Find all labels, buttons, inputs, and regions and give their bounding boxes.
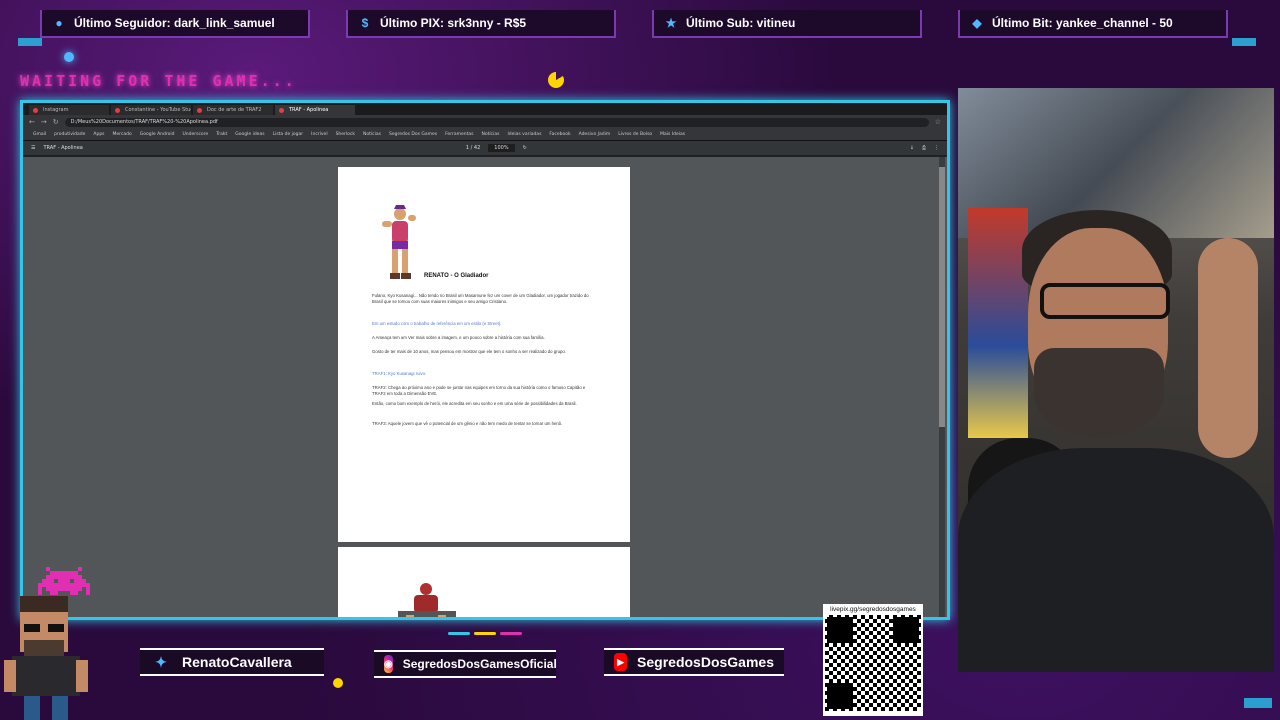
youtube-handle[interactable]: ▶ SegredosDosGames <box>604 648 784 676</box>
blue-orb-icon <box>64 52 74 62</box>
gem-icon: ◆ <box>972 16 982 30</box>
youtube-icon: ▶ <box>614 653 628 671</box>
qr-url: livepix.gg/segredosdosgames <box>830 606 916 613</box>
bookmark-item[interactable]: Trakt <box>216 132 227 137</box>
stream-alert-bar: ● Último Seguidor: dark_link_samuel $ Úl… <box>0 0 1280 48</box>
hand-gesture <box>1198 238 1258 458</box>
pdf-page-next <box>338 547 630 617</box>
pix-qr-code[interactable]: livepix.gg/segredosdosgames <box>823 604 923 716</box>
more-icon[interactable]: ⋮ <box>934 145 939 151</box>
qr-code-image <box>825 615 921 711</box>
menu-icon[interactable]: ☰ <box>31 145 35 151</box>
last-pix-text: Último PIX: srk3nny - R$5 <box>380 16 527 30</box>
forward-icon[interactable]: → <box>41 118 47 126</box>
character-sprite-image <box>398 583 456 617</box>
twitter-handle[interactable]: ✦ RenatoCavallera <box>140 648 324 676</box>
pdf-title: TRAF - Apolinea <box>43 145 83 151</box>
bookmark-star-icon[interactable]: ☆ <box>935 118 941 126</box>
tab-strip: Instagram Constantine - YouTube Studio D… <box>23 103 947 115</box>
bookmark-item[interactable]: Ideias variadas <box>507 132 541 137</box>
yellow-pellet-icon <box>333 678 343 688</box>
download-icon[interactable]: ↓ <box>910 145 914 151</box>
document-paragraph: Fulano, Kyo Kusanagi... Não tendo no Bra… <box>372 293 589 304</box>
browser-window: Instagram Constantine - YouTube Studio D… <box>20 100 950 620</box>
corner-decoration <box>1232 38 1256 46</box>
tab-pdf[interactable]: TRAF - Apolinea <box>275 105 355 115</box>
twitter-handle-text: RenatoCavallera <box>182 654 292 670</box>
instagram-icon: ◉ <box>384 655 393 673</box>
pdf-toolbar: ☰ TRAF - Apolinea 1 / 42 100% ↻ ↓ ⎙ ⋮ <box>23 141 947 155</box>
document-paragraph: TRAF2: Chega ao próximo ano e pode se ju… <box>372 385 586 396</box>
glasses-icon <box>1040 283 1170 319</box>
instagram-handle[interactable]: ◉ SegredosDosGamesOficial <box>374 650 557 678</box>
document-paragraph: A Ameaça tem um Ver mais sobre a imagem,… <box>372 335 545 340</box>
bookmark-item[interactable]: Lista de jogar <box>273 132 304 137</box>
bookmark-item[interactable]: Incrível <box>311 132 327 137</box>
twitter-icon: ✦ <box>155 653 167 670</box>
bookmark-item[interactable]: Livros de Bolso <box>618 132 652 137</box>
tab-instagram[interactable]: Instagram <box>29 105 109 115</box>
pdf-viewer[interactable]: RENATO - O Gladiador Fulano, Kyo Kusanag… <box>23 157 947 617</box>
bookmark-item[interactable]: Apps <box>93 132 104 137</box>
pacman-icon <box>548 72 564 88</box>
waiting-banner: WAITING FOR THE GAME... <box>20 72 297 90</box>
corner-decoration <box>18 38 42 46</box>
bookmark-item[interactable]: Mercado <box>113 132 132 137</box>
back-icon[interactable]: ← <box>29 118 35 126</box>
address-bar: ← → ↻ D:/Meus%20Documentos/TRAF/TRAF%20-… <box>23 115 947 129</box>
space-invader-icon <box>38 567 90 595</box>
document-paragraph: Em um estudo com o trabalho de referênci… <box>372 321 502 326</box>
gladiator-sprite-image <box>382 205 416 279</box>
print-icon[interactable]: ⎙ <box>922 145 926 151</box>
tab-youtube-studio[interactable]: Constantine - YouTube Studio <box>111 105 191 115</box>
instagram-handle-text: SegredosDosGamesOficial <box>402 657 557 671</box>
bookmark-item[interactable]: Adesivo Jadim <box>579 132 611 137</box>
bookmarks-bar: Gmail produtividade Apps Mercado Google … <box>23 129 947 141</box>
bookmark-item[interactable]: produtividade <box>54 132 85 137</box>
document-paragraph: TRAF3: Aquele jovem que vê o potencial d… <box>372 421 563 426</box>
tab-doc-arte[interactable]: Doc de arte de TRAF2 <box>193 105 273 115</box>
bookmark-item[interactable]: Notícias <box>363 132 381 137</box>
youtube-handle-text: SegredosDosGames <box>637 654 774 670</box>
document-heading: RENATO - O Gladiador <box>424 273 489 279</box>
zoom-input[interactable]: 100% <box>488 144 515 152</box>
rotate-icon[interactable]: ↻ <box>523 145 527 151</box>
page-indicator[interactable]: 1 / 42 <box>466 145 480 151</box>
user-icon: ● <box>55 16 63 30</box>
bookmark-item[interactable]: Google ideas <box>235 132 264 137</box>
webcam-feed <box>958 88 1274 672</box>
star-icon: ★ <box>665 16 677 30</box>
bookmark-item[interactable]: Sherlock <box>336 132 355 137</box>
last-bit-text: Último Bit: yankee_channel - 50 <box>992 16 1173 30</box>
bookmark-item[interactable]: Gmail <box>33 132 46 137</box>
last-follower-alert: ● Último Seguidor: dark_link_samuel <box>40 10 310 38</box>
url-input[interactable]: D:/Meus%20Documentos/TRAF/TRAF%20-%20Apo… <box>64 117 929 127</box>
bookmark-item[interactable]: Ferramentas <box>445 132 473 137</box>
last-pix-alert: $ Último PIX: srk3nny - R$5 <box>346 10 616 38</box>
bookmark-item[interactable]: Notícias <box>481 132 499 137</box>
last-sub-text: Último Sub: vitineu <box>686 16 796 30</box>
document-paragraph: Gosto de ter mais de 10 anos, mas pensou… <box>372 349 566 354</box>
reload-icon[interactable]: ↻ <box>53 118 59 126</box>
pixel-avatar-image <box>4 596 88 720</box>
dollar-icon: $ <box>361 16 369 30</box>
corner-decoration <box>1244 698 1272 708</box>
last-sub-alert: ★ Último Sub: vitineu <box>652 10 922 38</box>
bookmark-item[interactable]: Facebook <box>549 132 570 137</box>
bookmark-item[interactable]: Google Android <box>140 132 175 137</box>
bookmark-item[interactable]: Underscore <box>182 132 208 137</box>
bookmark-item[interactable]: Segredos Dos Games <box>389 132 437 137</box>
bookmark-item[interactable]: Mais Ideias <box>660 132 685 137</box>
document-paragraph: TRAF1: Kyo Kusanagi ruivo. <box>372 371 427 376</box>
pdf-page: RENATO - O Gladiador Fulano, Kyo Kusanag… <box>338 167 630 542</box>
document-paragraph: Então, como bom exemplo de herói, ele ac… <box>372 401 577 406</box>
last-bit-alert: ◆ Último Bit: yankee_channel - 50 <box>958 10 1228 38</box>
pdf-scrollbar[interactable] <box>939 157 945 617</box>
last-follower-text: Último Seguidor: dark_link_samuel <box>74 16 275 30</box>
